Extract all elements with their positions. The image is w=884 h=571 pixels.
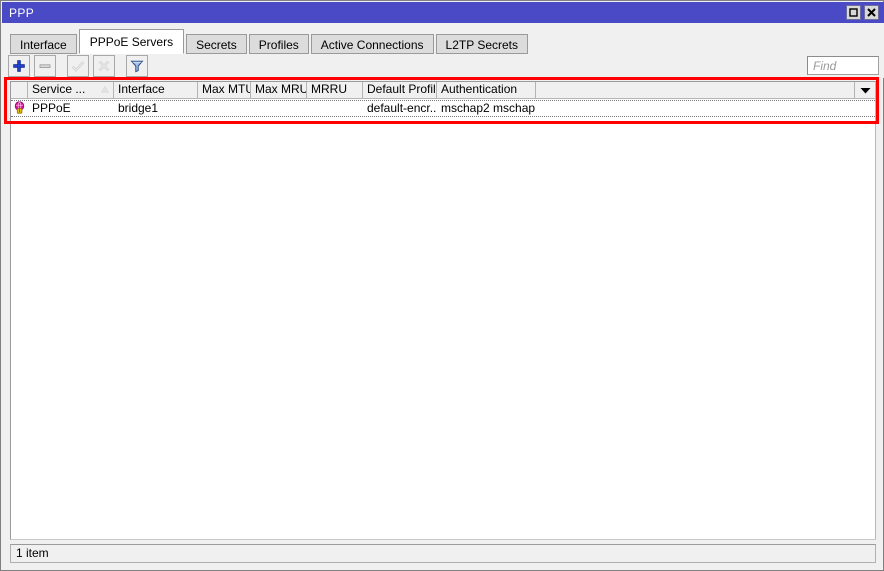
search-input[interactable] bbox=[807, 56, 879, 75]
search-container bbox=[807, 56, 879, 75]
column-header-icon bbox=[11, 82, 28, 98]
maximize-icon bbox=[849, 8, 858, 17]
row-max-mtu bbox=[198, 101, 251, 116]
check-icon bbox=[71, 59, 85, 73]
tab-pppoe-servers[interactable]: PPPoE Servers bbox=[78, 29, 185, 54]
pppoe-servers-table: Service ... Interface Max MTU Max MRU MR… bbox=[10, 81, 876, 540]
table-row[interactable]: PPPoE bridge1 default-encr... mschap2 ms… bbox=[11, 100, 875, 117]
tab-active-connections[interactable]: Active Connections bbox=[310, 34, 434, 54]
maximize-button[interactable] bbox=[846, 5, 861, 20]
chevron-down-icon bbox=[860, 83, 871, 97]
add-button[interactable] bbox=[8, 55, 30, 77]
close-icon bbox=[867, 8, 876, 17]
toolbar bbox=[2, 54, 884, 78]
column-header-max-mtu[interactable]: Max MTU bbox=[198, 82, 251, 98]
column-header-filler bbox=[536, 82, 854, 98]
row-default-profile: default-encr... bbox=[367, 101, 437, 115]
row-max-mru bbox=[251, 101, 307, 116]
title-bar[interactable]: PPP bbox=[2, 2, 884, 23]
minus-icon bbox=[38, 59, 52, 73]
tab-strip: Interface PPPoE Servers Secrets Profiles… bbox=[2, 23, 884, 54]
plus-icon bbox=[12, 59, 26, 73]
tab-secrets[interactable]: Secrets bbox=[186, 34, 247, 54]
window-title: PPP bbox=[9, 5, 35, 20]
sort-ascending-icon bbox=[101, 86, 109, 93]
tab-interface[interactable]: Interface bbox=[10, 34, 77, 54]
ppp-window: PPP Interface PPPoE Servers Secrets Prof… bbox=[0, 0, 884, 571]
table-header-row: Service ... Interface Max MTU Max MRU MR… bbox=[11, 82, 875, 99]
column-header-interface[interactable]: Interface bbox=[114, 82, 198, 98]
column-header-authentication[interactable]: Authentication bbox=[437, 82, 536, 98]
column-chooser-button[interactable] bbox=[854, 82, 875, 98]
row-mrru bbox=[307, 101, 363, 116]
row-status-icon-cell bbox=[11, 101, 28, 116]
status-bar: 1 item bbox=[10, 544, 876, 563]
row-service: PPPoE bbox=[32, 101, 71, 115]
row-filler bbox=[536, 101, 875, 116]
column-header-max-mru[interactable]: Max MRU bbox=[251, 82, 307, 98]
disable-button[interactable] bbox=[93, 55, 115, 77]
column-header-service[interactable]: Service ... bbox=[28, 82, 114, 98]
title-bar-buttons bbox=[846, 5, 884, 20]
tab-profiles[interactable]: Profiles bbox=[248, 34, 309, 54]
filter-button[interactable] bbox=[126, 55, 148, 77]
pppoe-server-icon bbox=[13, 101, 26, 116]
row-authentication: mschap2 mschap... bbox=[441, 101, 536, 115]
cross-icon bbox=[97, 59, 111, 73]
tab-l2tp-secrets[interactable]: L2TP Secrets bbox=[435, 34, 528, 54]
remove-button[interactable] bbox=[34, 55, 56, 77]
funnel-icon bbox=[130, 59, 144, 73]
tab-list: Interface PPPoE Servers Secrets Profiles… bbox=[10, 29, 530, 54]
column-header-default-profile[interactable]: Default Profile bbox=[363, 82, 437, 98]
column-header-service-label: Service ... bbox=[32, 82, 86, 96]
enable-button[interactable] bbox=[67, 55, 89, 77]
column-header-mrru[interactable]: MRRU bbox=[307, 82, 363, 98]
row-interface: bridge1 bbox=[118, 101, 159, 115]
close-button[interactable] bbox=[864, 5, 879, 20]
